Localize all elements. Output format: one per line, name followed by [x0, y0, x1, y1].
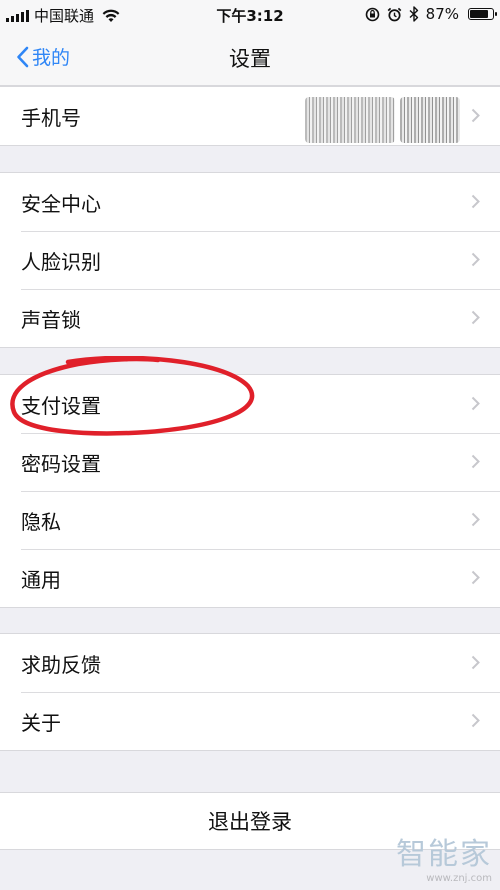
settings-group-security: 安全中心 人脸识别 声音锁: [0, 172, 500, 348]
settings-item-about[interactable]: 关于: [0, 692, 500, 750]
settings-group-account: 手机号: [0, 86, 500, 146]
settings-item-label: 密码设置: [21, 451, 101, 476]
settings-item-help-feedback[interactable]: 求助反馈: [0, 634, 500, 692]
settings-item-label: 手机号: [21, 105, 81, 130]
chevron-right-icon: [471, 310, 480, 325]
redacted-phone-value: [305, 97, 395, 143]
status-right: 87%: [365, 5, 497, 23]
settings-item-password-settings[interactable]: 密码设置: [0, 433, 500, 491]
redacted-phone-value-2: [400, 97, 460, 143]
chevron-right-icon: [471, 194, 480, 209]
settings-item-voice-lock[interactable]: 声音锁: [0, 289, 500, 347]
chevron-right-icon: [471, 252, 480, 267]
settings-item-privacy[interactable]: 隐私: [0, 491, 500, 549]
settings-item-label: 求助反馈: [21, 652, 101, 677]
chevron-right-icon: [471, 396, 480, 411]
status-bar: 中国联通 下午3:12 87%: [0, 0, 500, 30]
settings-item-payment-settings[interactable]: 支付设置: [0, 375, 500, 433]
orientation-lock-icon: [365, 7, 379, 21]
settings-item-label: 隐私: [21, 509, 61, 534]
battery-percent: 87%: [425, 5, 459, 23]
chevron-right-icon: [471, 512, 480, 527]
settings-item-label: 安全中心: [21, 191, 101, 216]
settings-item-face-recognition[interactable]: 人脸识别: [0, 231, 500, 289]
bluetooth-icon: [409, 6, 418, 22]
settings-item-label: 人脸识别: [21, 249, 101, 274]
settings-group-help: 求助反馈 关于: [0, 633, 500, 751]
watermark: 智能家 www.znj.com: [396, 829, 492, 884]
chevron-right-icon: [471, 713, 480, 728]
settings-item-label: 支付设置: [21, 393, 101, 418]
settings-item-phone-number[interactable]: 手机号: [0, 87, 500, 145]
page-title: 设置: [229, 47, 271, 71]
navigation-bar: 我的 设置: [0, 30, 500, 86]
chevron-right-icon: [471, 570, 480, 585]
battery-fill: [470, 10, 489, 18]
settings-item-label: 关于: [21, 710, 61, 735]
settings-group-payment: 支付设置 密码设置 隐私 通用: [0, 374, 500, 608]
chevron-right-icon: [471, 655, 480, 670]
settings-item-label: 声音锁: [21, 307, 81, 332]
watermark-logo-text: 智能家: [396, 837, 492, 872]
chevron-right-icon: [471, 108, 480, 123]
watermark-url: www.znj.com: [426, 873, 492, 884]
settings-item-general[interactable]: 通用: [0, 549, 500, 607]
chevron-right-icon: [471, 454, 480, 469]
alarm-icon: [387, 7, 402, 21]
battery-icon: [468, 8, 497, 20]
settings-item-security-center[interactable]: 安全中心: [0, 173, 500, 231]
settings-item-label: 通用: [21, 567, 61, 592]
